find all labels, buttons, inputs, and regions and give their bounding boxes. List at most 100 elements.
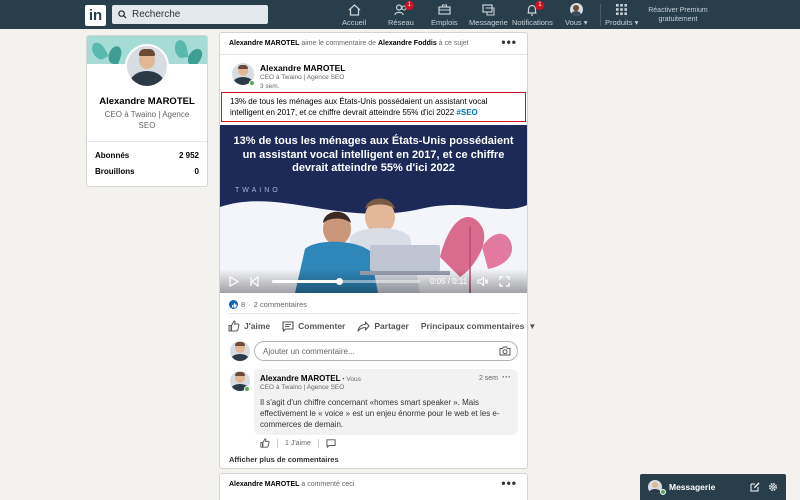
comment-like-icon[interactable] xyxy=(260,438,270,448)
online-indicator xyxy=(244,386,250,392)
comment-author[interactable]: Alexandre MAROTEL • Vous xyxy=(260,374,361,383)
post-menu-button[interactable]: ••• xyxy=(501,35,517,49)
separator-dot: · xyxy=(248,300,251,309)
video-title-line: 13% de tous les ménages aux États-Unis p… xyxy=(233,135,514,147)
like-reaction-icon xyxy=(229,300,238,309)
like-label: J'aime xyxy=(244,321,271,331)
search-box[interactable] xyxy=(112,5,268,24)
play-icon[interactable] xyxy=(228,275,239,287)
profile-card: Alexandre MAROTEL CEO à Twaino | Agence … xyxy=(87,36,207,186)
briefcase-icon xyxy=(438,4,451,15)
actions-divider xyxy=(228,313,519,314)
stat-value: 2 952 xyxy=(178,151,199,160)
nav-home-label: Accueil xyxy=(342,18,367,27)
skip-back-icon[interactable] xyxy=(249,275,260,287)
comment-label: Commenter xyxy=(298,321,346,331)
post-divider xyxy=(220,54,527,55)
video-controls: 0:05 / 0:11 xyxy=(220,269,527,293)
home-icon xyxy=(348,3,361,16)
sort-comments-dropdown[interactable]: Principaux commentaires ▼ xyxy=(421,321,536,331)
context-actor[interactable]: Alexandre MAROTEL xyxy=(229,481,299,488)
compose-icon[interactable] xyxy=(750,482,760,492)
share-button[interactable]: Partager xyxy=(357,320,409,332)
author-headline: CEO à Twaino | Agence SEO xyxy=(260,74,345,81)
share-icon xyxy=(357,320,370,332)
camera-icon[interactable] xyxy=(499,346,511,356)
comment-box[interactable] xyxy=(254,341,518,361)
comments-count[interactable]: 2 commentaires xyxy=(254,300,307,309)
video-player[interactable]: 13% de tous les ménages aux États-Unis p… xyxy=(220,125,527,293)
separator xyxy=(317,438,319,448)
stat-drafts[interactable]: Brouillons 0 xyxy=(95,167,199,176)
nav-notifications-label: Notifications xyxy=(512,18,553,27)
fullscreen-icon[interactable] xyxy=(499,275,510,287)
nav-products[interactable]: Produits ▾ xyxy=(605,3,638,27)
context-target[interactable]: Alexandre Foddis xyxy=(378,40,437,47)
search-input[interactable] xyxy=(132,9,262,20)
hashtag-link[interactable]: #SEO xyxy=(456,108,477,117)
nav-avatar xyxy=(569,3,583,16)
nav-notifications[interactable]: 1 Notifications xyxy=(512,1,553,27)
nav-network[interactable]: 1 Réseau xyxy=(388,1,414,27)
notifications-badge: 1 xyxy=(535,1,545,10)
comment-likes[interactable]: 1 J'aime xyxy=(285,440,311,447)
comment-actions: 1 J'aime xyxy=(260,438,336,448)
feed-post-2: Alexandre MAROTEL a commenté ceci ••• xyxy=(220,474,527,500)
settings-icon[interactable] xyxy=(768,482,778,492)
context-actor[interactable]: Alexandre MAROTEL xyxy=(229,40,299,47)
separator xyxy=(277,438,278,448)
comment-button[interactable]: Commenter xyxy=(282,320,346,332)
like-button[interactable]: J'aime xyxy=(228,320,270,332)
show-more-comments-link[interactable]: Afficher plus de commentaires xyxy=(229,455,339,464)
search-icon xyxy=(118,10,127,19)
messaging-label: Messagerie xyxy=(669,482,716,492)
messaging-icon xyxy=(482,3,495,16)
mute-icon[interactable] xyxy=(477,275,489,287)
post-context: Alexandre MAROTEL a commenté ceci xyxy=(229,481,354,488)
comment-input[interactable] xyxy=(263,346,499,356)
messaging-dock[interactable]: Messagerie xyxy=(640,474,786,500)
video-title-line: un assistant vocal intelligent en 2017, … xyxy=(242,148,505,161)
thumbs-up-icon xyxy=(228,320,240,332)
profile-divider xyxy=(87,141,207,142)
video-time: 0:05 / 0:11 xyxy=(430,276,468,286)
stat-label: Brouillons xyxy=(95,167,135,176)
comment-text: Il s'agit d'un chiffre concernant «homes… xyxy=(260,398,500,429)
chevron-down-icon: ▼ xyxy=(528,321,537,331)
nav-home[interactable]: Accueil xyxy=(342,3,366,27)
nav-products-text: Produits xyxy=(605,18,633,27)
nav-me[interactable]: Vous ▾ xyxy=(565,3,588,27)
social-counts: 8 · 2 commentaires xyxy=(229,300,307,309)
nav-me-text: Vous xyxy=(565,18,582,27)
linkedin-logo[interactable]: in xyxy=(85,5,106,26)
post-menu-button[interactable]: ••• xyxy=(501,476,517,490)
comment-time: 2 sem xyxy=(478,375,498,382)
stat-followers[interactable]: Abonnés 2 952 xyxy=(95,151,199,160)
reply-icon[interactable] xyxy=(326,438,336,448)
comment-icon xyxy=(282,320,294,332)
author-name[interactable]: Alexandre MAROTEL xyxy=(260,63,346,73)
share-label: Partager xyxy=(374,321,409,331)
top-navbar: in Accueil 1 Réseau Emplois Messagerie 1… xyxy=(0,0,800,29)
likes-count[interactable]: 8 xyxy=(241,300,245,309)
chevron-down-icon: ▾ xyxy=(634,18,639,27)
profile-headline: CEO à Twaino | Agence SEO xyxy=(104,110,190,130)
online-indicator xyxy=(249,80,255,86)
premium-line1: Réactiver Premium xyxy=(648,7,708,14)
nav-me-label: Vous ▾ xyxy=(565,18,588,27)
profile-avatar[interactable] xyxy=(125,44,169,88)
post-text: 13% de tous les ménages aux États-Unis p… xyxy=(221,92,526,122)
chevron-down-icon: ▾ xyxy=(583,18,588,27)
profile-name[interactable]: Alexandre MAROTEL xyxy=(87,96,207,107)
video-progress-knob[interactable] xyxy=(335,277,343,285)
video-progress-fill xyxy=(272,279,339,283)
comment-menu-button[interactable]: ··· xyxy=(502,372,511,382)
nav-messaging-label: Messagerie xyxy=(469,18,508,27)
nav-messaging[interactable]: Messagerie xyxy=(469,3,508,27)
comment-author-headline: CEO à Twaino | Agence SEO xyxy=(260,384,345,391)
premium-link[interactable]: Réactiver Premium gratuitement xyxy=(647,6,709,24)
sort-label: Principaux commentaires xyxy=(420,321,525,331)
nav-jobs[interactable]: Emplois xyxy=(431,3,458,27)
video-progress-bar[interactable] xyxy=(272,277,420,285)
post-time: 3 sem. xyxy=(260,83,280,90)
